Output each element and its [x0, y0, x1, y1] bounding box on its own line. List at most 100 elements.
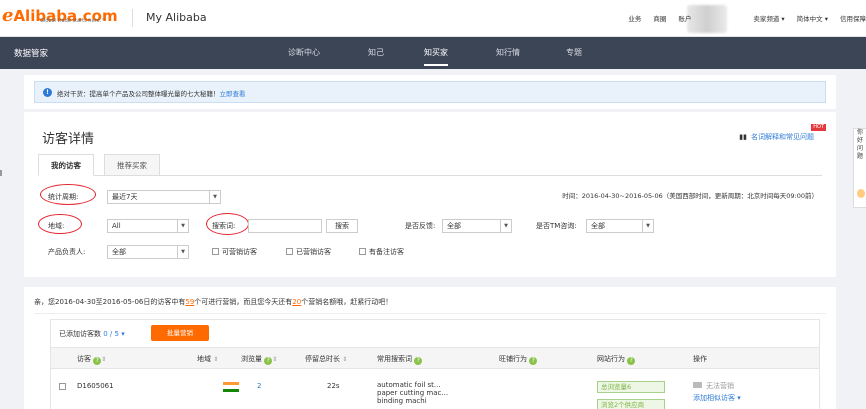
- tab-topics[interactable]: 专题: [566, 47, 582, 58]
- bulk-marketing-button[interactable]: 批量营销: [151, 325, 209, 341]
- added-count: 0 / 5: [103, 330, 119, 338]
- quota-count[interactable]: 20: [292, 298, 301, 306]
- side-char: 题: [857, 153, 864, 160]
- chevron-down-icon: ▼: [209, 191, 220, 203]
- nav-title[interactable]: 数据管家: [14, 47, 48, 59]
- search-button[interactable]: 搜索: [326, 219, 358, 233]
- notice-link[interactable]: 立即查看: [220, 90, 246, 98]
- col-duration-label: 停留总时长: [305, 355, 340, 363]
- feedback-value: 全部: [447, 222, 461, 230]
- checkbox-marketed[interactable]: 已营销访客: [286, 247, 331, 257]
- tab-know-buyers[interactable]: 知买家: [424, 47, 448, 66]
- col-visitor[interactable]: 访客 ? ⇕: [77, 354, 106, 365]
- sort-icon[interactable]: ⇕: [342, 356, 347, 363]
- left-edge-marker: [0, 170, 2, 176]
- feedback-label: 是否反馈:: [405, 222, 436, 230]
- tm-label: 是否TM咨询:: [536, 222, 577, 230]
- checkbox-marketable[interactable]: 可营销访客: [212, 247, 257, 257]
- col-shop-label: 旺铺行为: [499, 355, 527, 363]
- owner-select[interactable]: 全部 ▼: [107, 245, 189, 259]
- visitor-tabs: 我的访客 推荐买家: [38, 154, 822, 176]
- top-link-account[interactable]: 账户: [678, 13, 691, 23]
- owner-label: 产品负责人:: [48, 248, 86, 256]
- period-value: 最近7天: [112, 193, 138, 201]
- marketable-count[interactable]: 59: [185, 298, 194, 306]
- checkbox-box[interactable]: [212, 248, 219, 255]
- keyword-item: automatic foil st...: [377, 381, 441, 389]
- time-info: 时间：2016-04-30~2016-05-06（美国西部时间，更新周期：北京时…: [562, 192, 818, 200]
- row-checkbox[interactable]: [59, 383, 66, 390]
- owner-value: 全部: [112, 248, 126, 256]
- top-header: e Alibaba.com Global trade starts here.™…: [0, 0, 866, 37]
- tab-diagnosis[interactable]: 诊断中心: [288, 47, 320, 58]
- notice-message: 绝对干货：提高单个产品及公司整体曝光量的七大秘籍！: [57, 90, 220, 98]
- logo-mark-icon: e: [2, 5, 14, 26]
- help-link-label: 名词解释和常见问题: [751, 133, 814, 141]
- tab-my-visitors[interactable]: 我的访客: [38, 154, 94, 176]
- visitor-details-panel: 访客详情 ▮▮ 名词解释和常见问题 HOT 我的访客 推荐买家 统计周期: 最近7…: [24, 112, 836, 277]
- side-help-widget[interactable]: 你 好 问 题: [853, 128, 866, 208]
- checkbox-noted[interactable]: 有备注访客: [359, 247, 404, 257]
- feedback-select[interactable]: 全部 ▼: [442, 219, 512, 233]
- msg-prefix: 亲，您2016-04-30至2016-05-06日的访客中有: [34, 298, 186, 306]
- highlight-circle: [40, 184, 96, 205]
- chevron-down-icon: ▼: [642, 220, 653, 232]
- keyword-input[interactable]: [248, 219, 322, 233]
- checkbox-label: 可营销访客: [222, 248, 257, 256]
- site-views-tag: 总浏览量6: [597, 381, 665, 393]
- checkbox-box[interactable]: [286, 248, 293, 255]
- col-region-label: 地域: [197, 355, 211, 363]
- help-icon[interactable]: ?: [529, 357, 538, 365]
- help-icon[interactable]: ?: [414, 357, 423, 365]
- checkbox-label: 有备注访客: [369, 248, 404, 256]
- top-link-language[interactable]: 简体中文 ▾: [797, 13, 828, 23]
- highlight-circle: [38, 214, 82, 234]
- results-panel: 亲，您2016-04-30至2016-05-06日的访客中有59个可进行营销，而…: [24, 287, 836, 409]
- col-views[interactable]: 浏览量 ? ⇕: [241, 354, 277, 365]
- mail-icon: [693, 382, 702, 388]
- info-icon: !: [43, 88, 52, 97]
- top-link-seller-channel[interactable]: 卖家频道 ▾: [753, 13, 784, 23]
- tab-know-self[interactable]: 知己: [368, 47, 384, 58]
- chevron-down-icon: ▾: [121, 330, 125, 338]
- help-icon[interactable]: ?: [627, 357, 636, 365]
- chevron-down-icon: ▼: [500, 220, 511, 232]
- col-keywords: 常用搜索词 ?: [377, 354, 423, 365]
- col-views-label: 浏览量: [241, 355, 262, 363]
- help-link[interactable]: ▮▮ 名词解释和常见问题: [739, 132, 814, 142]
- sort-icon[interactable]: ⇕: [101, 356, 106, 363]
- notice-text: 绝对干货：提高单个产品及公司整体曝光量的七大秘籍！立即查看: [57, 88, 246, 98]
- tab-recommended-buyers[interactable]: 推荐买家: [104, 154, 160, 176]
- chevron-down-icon: ▼: [177, 220, 188, 232]
- visitor-table: 已添加访客数 0 / 5 ▾ 批量营销 访客 ? ⇕ 地域 ⇕ 浏览量 ? ⇕ 停留…: [50, 319, 820, 409]
- col-duration[interactable]: 停留总时长 ⇕: [305, 354, 347, 364]
- top-link-business[interactable]: 业务: [628, 13, 641, 23]
- msg-suffix: 个营销名额哦，赶紧行动吧！: [301, 298, 393, 306]
- views-count[interactable]: 2: [257, 382, 261, 390]
- col-region[interactable]: 地域 ⇕: [197, 354, 218, 364]
- side-char: 好: [857, 137, 864, 144]
- chevron-down-icon: ▼: [177, 246, 188, 258]
- region-select[interactable]: All ▼: [107, 219, 189, 233]
- sort-icon[interactable]: ⇕: [213, 356, 218, 363]
- added-visitors[interactable]: 已添加访客数 0 / 5 ▾: [59, 329, 125, 339]
- sort-icon[interactable]: ⇕: [272, 356, 277, 363]
- page-title: 访客详情: [42, 132, 95, 147]
- duration: 22s: [327, 382, 340, 390]
- period-select[interactable]: 最近7天 ▼: [107, 190, 221, 204]
- top-link-circle[interactable]: 商圈: [653, 13, 666, 23]
- visitor-id[interactable]: D1605061: [77, 382, 114, 390]
- tab-know-market[interactable]: 知行情: [496, 47, 520, 58]
- add-similar-visitors[interactable]: 添加相似访客 ▾: [693, 393, 741, 403]
- checkbox-label: 已营销访客: [296, 248, 331, 256]
- highlight-circle: [206, 213, 249, 235]
- portal-title[interactable]: My Alibaba: [146, 11, 207, 24]
- flag-stripe-bottom: [223, 388, 239, 392]
- checkbox-box[interactable]: [359, 248, 366, 255]
- flag-icon: [223, 382, 239, 392]
- top-link-trade-assurance[interactable]: 信用保障: [840, 13, 866, 23]
- notice-container: ! 绝对干货：提高单个产品及公司整体曝光量的七大秘籍！立即查看: [24, 75, 836, 109]
- bar-chart-icon: ▮▮: [739, 133, 747, 141]
- hot-badge: HOT: [811, 124, 826, 131]
- tm-select[interactable]: 全部 ▼: [586, 219, 654, 233]
